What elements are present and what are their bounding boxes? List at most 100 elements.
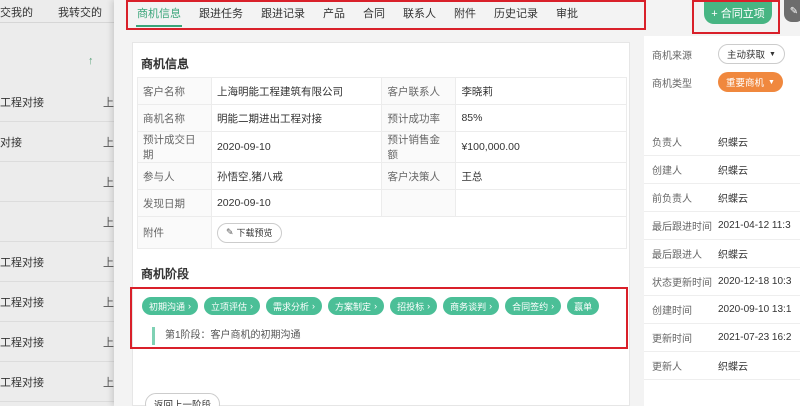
stage-highlight: 初期沟通 › 立项评估 › 需求分析 › 方案制定 › 招投标 › 商务谈判 › 合同签约 ›… [130,287,628,349]
stage-step[interactable]: 商务谈判 › [443,297,500,315]
list-item[interactable]: 工程对接 上 [0,282,128,322]
paperclip-icon: ✎ [225,227,234,237]
type-select[interactable]: 重要商机 ▼ [718,72,783,92]
field-value: 2020-09-10 [210,189,383,217]
field-value: 2020-09-10 13:1 [718,304,792,315]
download-preview-label: 下载预览 [236,228,273,238]
field-value: 2020-12-18 10:3 [718,276,792,287]
stage-step[interactable]: 初期沟通 › [142,297,199,315]
field-value [455,189,627,217]
list-item[interactable]: 对接 上 [0,122,128,162]
section-title-info: 商机信息 [141,57,190,71]
field-row: 更新时间 2021-07-23 16:2 [644,324,800,352]
list-item-cell: 上 [103,337,114,349]
field-value: 织蝶云 [718,138,748,149]
field-label [381,189,457,217]
stage-step[interactable]: 合同签约 › [505,297,562,315]
field-row: 状态更新时间 2020-12-18 10:3 [644,268,800,296]
field-value: 2020-09-10 [210,131,383,163]
field-label: 附件 [137,216,212,249]
field-value: 织蝶云 [718,250,748,261]
field-label: 负责人 [652,138,682,149]
field-label: 客户决策人 [381,162,457,190]
stage-label: 招投标 [397,301,425,312]
list-item[interactable]: 上 [0,202,128,242]
stage-step[interactable]: 方案制定 › [328,297,385,315]
sort-arrow-icon[interactable]: ↑ [88,55,94,67]
field-value: 孙悟空,猪八戒 [210,162,383,190]
table-row: 发现日期 2020-09-10 [137,189,627,217]
stage-label: 赢单 [574,301,593,312]
source-select[interactable]: 主动获取 ▼ [718,44,785,64]
list-item[interactable]: 上 [0,162,128,202]
list-tabs: 交我的 我转交的 [0,2,128,22]
field-row: 更新人 织蝶云 [644,352,800,380]
field-row: 最后跟进人 织蝶云 [644,240,800,268]
table-row: 商机名称 明能二期进出工程对接 预计成功率 85% [137,104,627,132]
edit-icon[interactable]: ✎ [784,0,800,22]
stage-label: 方案制定 [335,301,372,312]
list-item-name: 工程对接 [0,97,44,109]
field-label: 客户名称 [137,77,212,105]
stage-step[interactable]: 赢单 [567,297,600,315]
opportunity-detail-panel: 商机信息 跟进任务 跟进记录 产品 合同 联系人 附件 历史记录 审批 + 合同… [114,0,800,406]
detail-tabs: 商机信息 跟进任务 跟进记录 产品 合同 联系人 附件 历史记录 审批 [126,0,646,30]
field-value: 85% [455,104,627,132]
stage-label: 商务谈判 [450,301,487,312]
info-table: 客户名称 上海明能工程建筑有限公司 客户联系人 李晓莉 商机名称 明能二期进出工… [137,77,628,249]
previous-stage-button[interactable]: 返回上一阶段 [145,393,221,406]
contract-project-button[interactable]: + 合同立项 [704,2,772,24]
list-item-name: 工程对接 [0,297,44,309]
caret-down-icon: ▼ [769,50,776,58]
list-item[interactable]: 工程对接 上 [0,322,128,362]
field-value: 织蝶云 [718,166,748,177]
tab-contracts[interactable]: 合同 [354,2,394,28]
download-preview-button[interactable]: ✎ 下载预览 [216,222,282,243]
field-label: 参与人 [137,162,212,190]
field-value: 明能二期进出工程对接 [210,104,383,132]
source-value: 主动获取 [727,50,766,61]
field-label: 更新时间 [652,334,692,345]
list-tab-transferred-to-me[interactable]: 交我的 [0,4,33,20]
tab-follow-up-records[interactable]: 跟进记录 [252,2,314,28]
list-item-cell: 上 [103,97,114,109]
list-item-cell: 上 [103,257,114,269]
tab-contacts[interactable]: 联系人 [394,2,445,28]
tab-approval[interactable]: 审批 [547,2,587,28]
list-item[interactable]: 工程对接 上 [0,362,128,402]
tab-history[interactable]: 历史记录 [485,2,547,28]
stage-label: 需求分析 [273,301,310,312]
tab-attachments[interactable]: 附件 [445,2,485,28]
stage-step[interactable]: 招投标 › [390,297,438,315]
field-label: 发现日期 [137,189,212,217]
field-label: 预计销售金额 [381,131,457,163]
list-item[interactable]: 工程对接 上 [0,242,128,282]
opportunity-info-content: 商机信息 客户名称 上海明能工程建筑有限公司 客户联系人 李晓莉 商机名称 明能… [130,42,630,406]
stage-step[interactable]: 需求分析 › [266,297,323,315]
field-row: 负责人 织蝶云 [644,128,800,156]
list-item-cell: 上 [103,177,114,189]
field-label: 更新人 [652,362,682,373]
tab-products[interactable]: 产品 [314,2,354,28]
contract-action-highlight: + 合同立项 [692,0,780,34]
list-item-cell: 上 [103,137,114,149]
tab-follow-up-tasks[interactable]: 跟进任务 [190,2,252,28]
field-label: 创建时间 [652,306,692,317]
attachment-cell: ✎ 下载预览 [210,216,628,249]
list-item-name: 工程对接 [0,337,44,349]
field-label: 最后跟进人 [652,250,702,261]
chevron-right-icon: › [489,301,493,311]
list-tab-transferred-by-me[interactable]: 我转交的 [58,4,102,20]
table-row: 参与人 孙悟空,猪八戒 客户决策人 王总 [137,162,627,190]
list-item[interactable]: 工程对接 上 [0,82,128,122]
tab-opportunity-info[interactable]: 商机信息 [128,2,190,28]
field-row: 创建人 织蝶云 [644,156,800,184]
field-label: 客户联系人 [381,77,457,105]
field-value: 2021-04-12 11:3 [718,220,791,231]
stage-label: 合同签约 [512,301,549,312]
list-item-cell: 上 [103,217,114,229]
list-item-name: 对接 [0,137,22,149]
field-value: 李晓莉 [455,77,627,105]
field-label: 预计成交日期 [137,131,212,163]
stage-step[interactable]: 立项评估 › [204,297,261,315]
